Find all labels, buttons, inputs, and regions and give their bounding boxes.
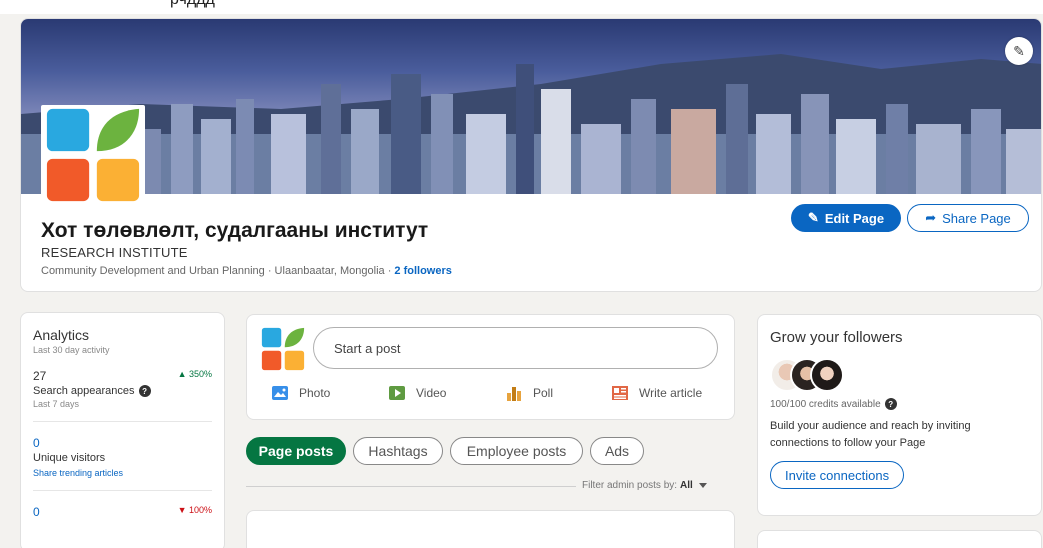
metric-unique-visitors[interactable]: 0 Unique visitors Share trending article… — [33, 436, 212, 478]
avatar-group — [770, 358, 844, 394]
share-page-label: Share Page — [942, 210, 1011, 226]
poll-icon — [507, 387, 521, 401]
grow-title: Grow your followers — [770, 329, 903, 346]
divider — [33, 490, 212, 491]
share-trending-link[interactable]: Share trending articles — [33, 468, 212, 478]
tab-ads[interactable]: Ads — [590, 437, 644, 465]
grow-description: Build your audience and reach by invitin… — [770, 420, 971, 449]
page-header-card: ✎ Хот төлөвлөлт, судалгааны институт RES… — [20, 18, 1042, 292]
filter-label: Filter admin posts by: — [582, 480, 678, 491]
edit-page-label: Edit Page — [824, 210, 885, 226]
org-type: RESEARCH INSTITUTE — [41, 245, 188, 260]
edit-page-button[interactable]: ✎ Edit Page — [791, 204, 901, 232]
write-article-button[interactable]: Write article — [611, 385, 702, 401]
video-label: Video — [416, 386, 447, 400]
org-meta: Community Development and Urban Planning… — [41, 265, 452, 277]
credits-text: 100/100 credits available — [770, 398, 881, 410]
article-icon — [612, 386, 628, 400]
tab-employee-posts[interactable]: Employee posts — [450, 437, 583, 465]
metric-label-text: Search appearances — [33, 385, 135, 397]
start-post-input[interactable]: Start a post — [313, 327, 718, 369]
photo-button[interactable]: Photo — [271, 385, 330, 401]
org-meta-text: Community Development and Urban Planning… — [41, 265, 392, 277]
feed-post-card — [246, 510, 735, 548]
share-page-button[interactable]: ➦ Share Page — [907, 204, 1029, 232]
page-avatar-icon — [261, 327, 305, 371]
metric-change: ▲ 350% — [177, 369, 212, 379]
help-icon[interactable]: ? — [884, 398, 897, 410]
page-title: Хот төлөвлөлт, судалгааны институт — [41, 219, 429, 242]
top-strip: рчддд — [0, 0, 1043, 14]
metric-label: Search appearances ? — [33, 385, 212, 397]
analytics-card: Analytics Last 30 day activity 27 ▲ 350%… — [20, 312, 225, 548]
analytics-subtitle: Last 30 day activity — [33, 345, 110, 355]
divider — [246, 486, 576, 487]
video-button[interactable]: Video — [388, 385, 446, 401]
tab-hashtags[interactable]: Hashtags — [353, 437, 443, 465]
metric-label: Unique visitors — [33, 452, 106, 464]
grow-followers-card: Grow your followers 100/100 credits avai… — [757, 314, 1042, 516]
metric-sublabel: Last 7 days — [33, 399, 80, 409]
metric-change: ▼ 100% — [177, 505, 212, 515]
write-article-label: Write article — [639, 386, 703, 400]
filter-value: All — [680, 480, 693, 491]
pencil-icon: ✎ — [807, 210, 819, 225]
followers-link[interactable]: 2 followers — [394, 265, 451, 277]
edit-cover-pencil-icon[interactable]: ✎ — [1005, 37, 1033, 65]
post-composer-card: Start a post Photo Video Poll Write arti… — [246, 314, 735, 420]
metric-third[interactable]: 0 ▼ 100% — [33, 505, 212, 519]
photo-icon — [272, 386, 288, 400]
top-fragment: рчддд — [170, 0, 215, 9]
poll-button[interactable]: Poll — [505, 385, 553, 401]
credits-info: 100/100 credits available ? — [770, 398, 1029, 410]
metric-search-appearances[interactable]: 27 ▲ 350% Search appearances ? Last 7 da… — [33, 369, 212, 409]
video-icon — [389, 386, 405, 400]
poll-label: Poll — [533, 386, 554, 400]
composer-actions: Photo Video Poll Write article — [271, 385, 721, 407]
analytics-title: Analytics — [33, 327, 90, 343]
org-logo — [41, 105, 145, 205]
cover-image: ✎ — [21, 19, 1041, 194]
avatar — [810, 358, 844, 392]
metric-value: 0 — [33, 436, 40, 450]
divider — [33, 421, 212, 422]
tab-page-posts[interactable]: Page posts — [246, 437, 346, 465]
help-icon[interactable]: ? — [138, 385, 151, 397]
filter-admin-posts[interactable]: Filter admin posts by: All — [582, 480, 707, 491]
photo-label: Photo — [299, 386, 331, 400]
logo-squares-icon — [46, 108, 140, 202]
caret-down-icon — [698, 482, 707, 488]
right-rail-card — [757, 530, 1042, 548]
city-skyline — [21, 64, 1041, 194]
invite-connections-button[interactable]: Invite connections — [770, 461, 905, 489]
share-arrow-icon: ➦ — [925, 210, 937, 225]
